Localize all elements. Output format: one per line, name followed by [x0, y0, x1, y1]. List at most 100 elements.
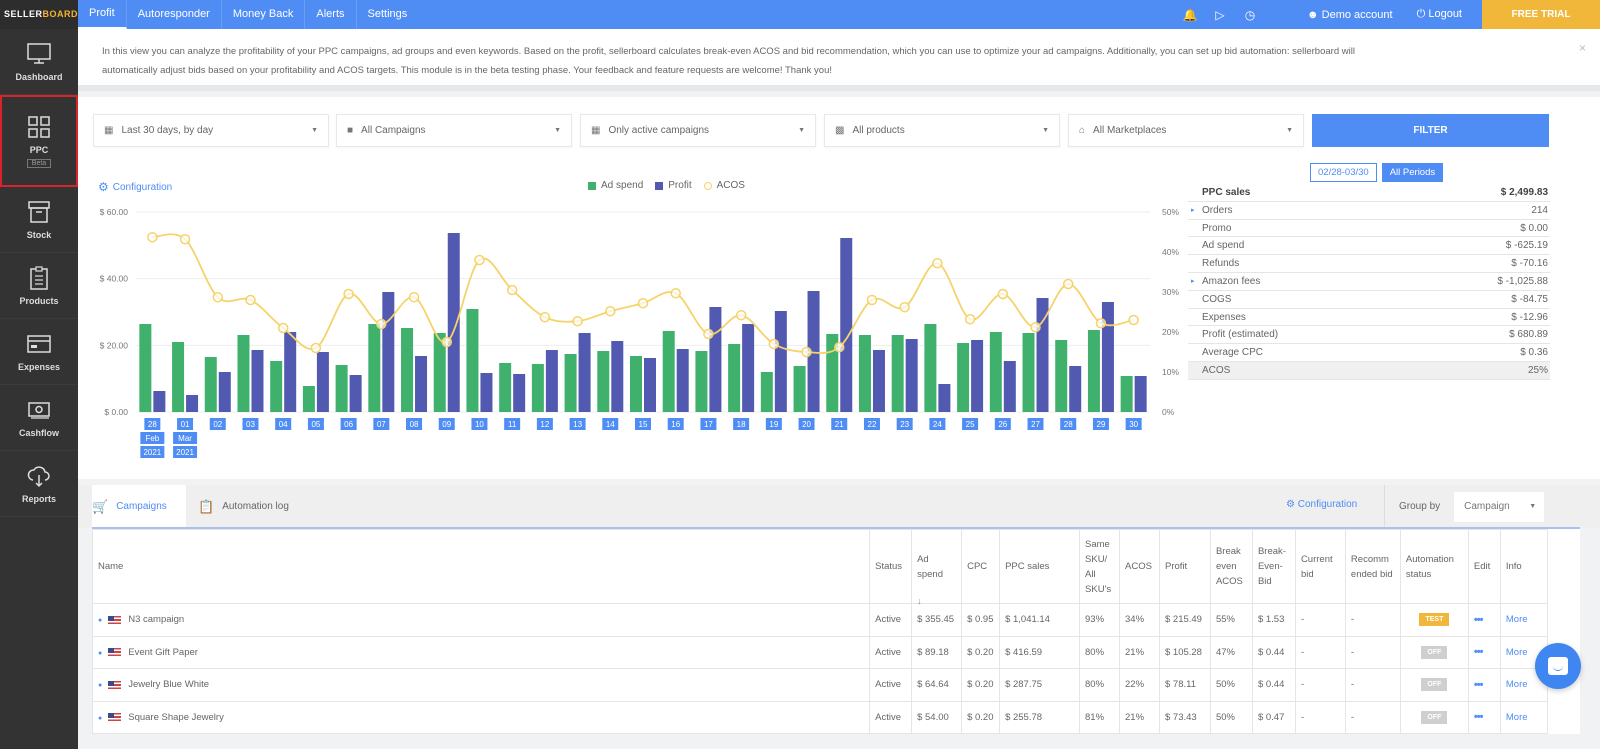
- free-trial-button[interactable]: FREE TRIAL: [1482, 0, 1600, 29]
- table-row[interactable]: ● Square Shape Jewelry Active $ 54.00 $ 0.20…: [91, 700, 1549, 734]
- summary-row[interactable]: ▸ Orders 214: [1188, 202, 1550, 220]
- logo[interactable]: SELLERBOARD: [0, 0, 78, 29]
- summary-row[interactable]: ▸ Amazon fees $ -1,025.88: [1188, 273, 1550, 291]
- acos-point: [1062, 278, 1074, 290]
- more-link[interactable]: More: [1506, 614, 1528, 625]
- more-options-icon[interactable]: •••: [1474, 711, 1484, 723]
- column-header[interactable]: ACOS: [1119, 529, 1160, 604]
- automation-status-badge[interactable]: OFF: [1421, 645, 1448, 659]
- campaign-name[interactable]: Event Gift Paper: [128, 647, 198, 658]
- expand-icon[interactable]: ●: [98, 617, 102, 624]
- expand-icon[interactable]: ●: [98, 682, 102, 689]
- close-icon[interactable]: ×: [1579, 39, 1586, 58]
- column-header[interactable]: Break even ACOS: [1209, 529, 1253, 604]
- more-options-icon[interactable]: •••: [1474, 679, 1484, 691]
- bar-ad-spend: [302, 386, 315, 412]
- chart-section: ▦ Last 30 days, by day ▼ ■ All Campaigns…: [78, 97, 1600, 479]
- expand-icon[interactable]: ●: [98, 715, 102, 722]
- sidebar-item-cashflow[interactable]: Cashflow: [0, 385, 78, 451]
- nav-tab-settings[interactable]: Settings: [357, 0, 419, 29]
- sidebar-item-reports[interactable]: Reports: [0, 451, 78, 517]
- more-link[interactable]: More: [1506, 647, 1528, 658]
- all-periods-button[interactable]: All Periods: [1381, 163, 1444, 182]
- automation-status-badge[interactable]: OFF: [1421, 678, 1448, 692]
- cell-automation-status: TEST: [1399, 603, 1469, 637]
- bar-ad-spend: [728, 344, 741, 412]
- campaign-name[interactable]: Square Shape Jewelry: [128, 712, 224, 723]
- tab-automation-log[interactable]: 📋 Automation log: [198, 485, 318, 528]
- chat-widget-button[interactable]: [1535, 643, 1581, 689]
- table-row[interactable]: ● Jewelry Blue White Active $ 64.64 $ 0.20 $ …: [91, 668, 1549, 702]
- marketplaces-select[interactable]: ⌂ All Marketplaces ▼: [1068, 114, 1304, 147]
- more-options-icon[interactable]: •••: [1474, 614, 1484, 626]
- nav-tab-alerts[interactable]: Alerts: [305, 0, 357, 29]
- column-header[interactable]: Ad spend ↓: [911, 529, 963, 606]
- column-header[interactable]: Current bid: [1294, 529, 1346, 604]
- campaigns-table-container: Name Status Ad spend ↓ CPC PPC sales Same SKU/…: [91, 527, 1580, 734]
- column-header[interactable]: Profit: [1158, 529, 1211, 604]
- sidebar-item-expenses[interactable]: Expenses: [0, 319, 78, 385]
- nav-tab-autoresponder[interactable]: Autoresponder: [127, 0, 222, 29]
- period-range-button[interactable]: 02/28-03/30: [1310, 163, 1377, 182]
- column-header[interactable]: Info: [1499, 529, 1549, 604]
- x-tick-label: 10: [475, 420, 484, 429]
- column-header[interactable]: Same SKU/ All SKU's: [1079, 529, 1120, 604]
- clock-icon[interactable]: ◷: [1235, 8, 1265, 22]
- column-header[interactable]: Automation status: [1399, 529, 1469, 604]
- account-link[interactable]: ☻ Demo account: [1295, 9, 1405, 21]
- nav-tab-profit[interactable]: Profit: [78, 0, 127, 29]
- legend-profit[interactable]: Profit: [655, 180, 692, 191]
- bar-ad-spend: [989, 332, 1002, 412]
- play-icon[interactable]: ▷: [1205, 8, 1235, 22]
- column-header[interactable]: Edit: [1467, 529, 1501, 604]
- nav-tab-money-back[interactable]: Money Back: [222, 0, 306, 29]
- sidebar-item-dashboard[interactable]: Dashboard: [0, 29, 78, 95]
- summary-row: Profit (estimated) $ 680.89: [1188, 326, 1550, 345]
- column-header[interactable]: Recomm ended bid: [1344, 529, 1401, 604]
- cell-rec-bid: -: [1344, 603, 1401, 637]
- sidebar-item-products[interactable]: Products: [0, 253, 78, 319]
- more-link[interactable]: More: [1506, 679, 1528, 690]
- sort-arrow-icon[interactable]: ↓: [917, 594, 922, 609]
- table-row[interactable]: ● N3 campaign Active $ 355.45 $ 0.95 $ 1,041.…: [91, 603, 1549, 637]
- campaign-name[interactable]: N3 campaign: [128, 614, 184, 625]
- table-row[interactable]: ● Event Gift Paper Active $ 89.18 $ 0.20 $ 41…: [91, 635, 1549, 669]
- campaign-name[interactable]: Jewelry Blue White: [128, 679, 209, 690]
- column-header[interactable]: Name: [91, 529, 871, 604]
- cell-edit: •••: [1467, 668, 1501, 702]
- column-header[interactable]: PPC sales: [999, 529, 1081, 604]
- group-by-select[interactable]: Campaign ▼: [1454, 491, 1545, 522]
- x-tick-label: 20: [802, 420, 811, 429]
- sidebar-item-stock[interactable]: Stock: [0, 187, 78, 253]
- power-icon: ⏻: [1416, 8, 1429, 20]
- products-select[interactable]: ▩ All products ▼: [824, 114, 1060, 147]
- legend-acos[interactable]: ACOS: [703, 180, 745, 191]
- cell-cpc: $ 0.20: [961, 635, 1001, 669]
- campaigns-select[interactable]: ■ All Campaigns ▼: [336, 114, 572, 147]
- automation-status-badge[interactable]: OFF: [1421, 710, 1448, 724]
- filter-button[interactable]: FILTER: [1312, 114, 1549, 147]
- column-header[interactable]: Status: [869, 529, 913, 604]
- tab-campaigns[interactable]: 🛒 Campaigns: [92, 485, 186, 528]
- bar-ad-spend: [466, 309, 479, 412]
- expand-icon[interactable]: ▸: [1191, 202, 1195, 220]
- expand-icon[interactable]: ▸: [1191, 273, 1195, 291]
- automation-status-badge[interactable]: TEST: [1419, 613, 1450, 627]
- more-link[interactable]: More: [1506, 712, 1528, 723]
- logout-link[interactable]: ⏻ Logout: [1405, 8, 1474, 21]
- column-header[interactable]: CPC: [961, 529, 1001, 604]
- x-tick-label: 15: [639, 420, 648, 429]
- legend-ad-spend[interactable]: Ad spend: [588, 180, 643, 191]
- expand-icon[interactable]: ●: [98, 650, 102, 657]
- chart-configuration-link[interactable]: ⚙ Configuration: [98, 180, 172, 194]
- table-configuration-link[interactable]: ⚙ Configuration: [1286, 499, 1357, 510]
- period-select[interactable]: ▦ Last 30 days, by day ▼: [93, 114, 329, 147]
- bell-icon[interactable]: 🔔: [1175, 8, 1205, 22]
- sidebar-item-ppc[interactable]: PPC Beta: [0, 95, 78, 187]
- bar-profit: [1003, 361, 1016, 412]
- column-header[interactable]: Break-Even-Bid: [1251, 529, 1296, 604]
- info-text-line2: automatically adjust bids based on your …: [102, 65, 832, 76]
- cell-be-bid: $ 0.47: [1251, 700, 1296, 734]
- active-campaigns-select[interactable]: ▦ Only active campaigns ▼: [580, 114, 816, 147]
- more-options-icon[interactable]: •••: [1474, 646, 1484, 658]
